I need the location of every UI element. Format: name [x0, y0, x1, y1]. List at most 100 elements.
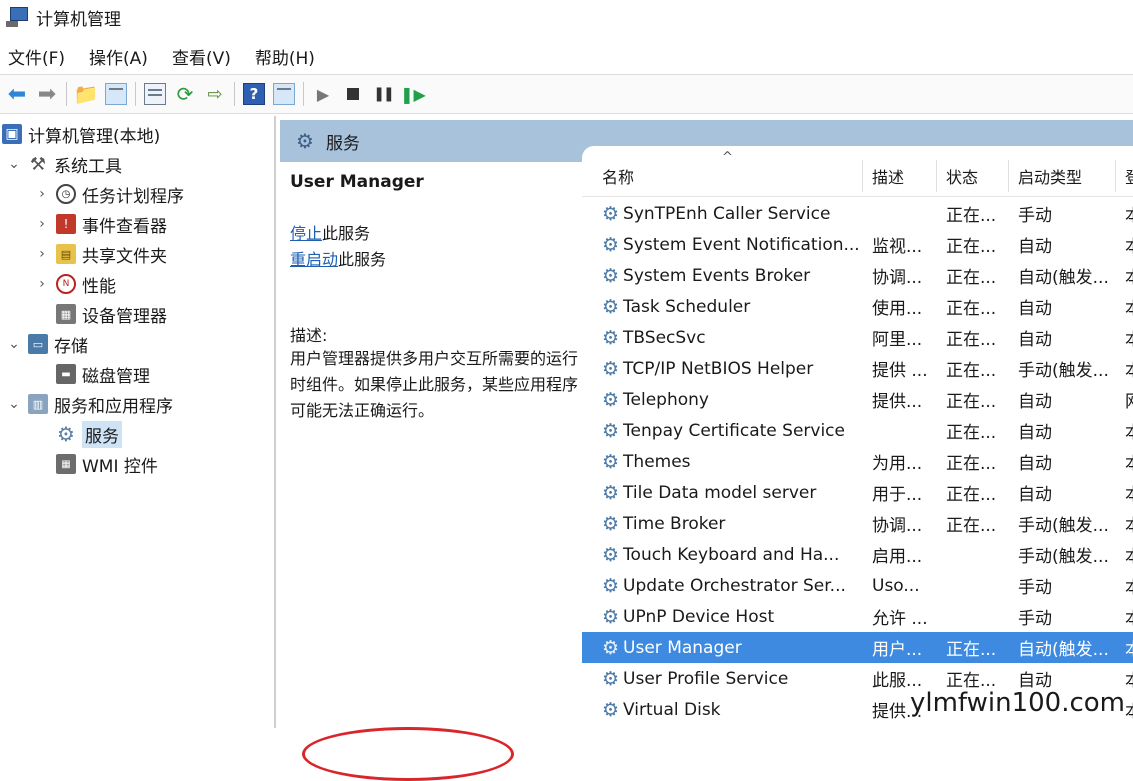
service-gear-icon: ⚙ — [602, 202, 620, 225]
cell-startup: 手动(触发... — [1018, 539, 1118, 570]
cell-logon: 本 — [1125, 601, 1133, 632]
cell-text: Update Orchestrator Ser... — [623, 575, 846, 596]
cell-text: 本 — [1125, 232, 1133, 257]
cell-startup: 手动 — [1018, 601, 1118, 632]
toolbar-separator — [66, 82, 67, 106]
chevron-right-icon[interactable]: › — [34, 246, 50, 262]
table-row[interactable]: ⚙ TCP/IP NetBIOS Helper 提供 ... 正在... 手动(触发..… — [582, 353, 1133, 384]
chevron-right-icon[interactable]: › — [34, 276, 50, 292]
cell-text: 正在... — [946, 330, 997, 350]
export-list-button[interactable]: ⇨ — [202, 81, 228, 107]
column-header-description[interactable]: 描述 — [852, 156, 904, 196]
tree-label: 任务计划程序 — [82, 186, 184, 207]
cell-text: 本 — [1125, 697, 1133, 722]
title-bar: 计算机管理 — [0, 0, 1133, 34]
restart-service-link[interactable]: 重启动 — [290, 250, 338, 269]
cell-name: ⚙ Time Broker — [602, 508, 864, 539]
service-gear-icon: ⚙ — [602, 636, 620, 659]
show-hide-tree-button[interactable] — [103, 81, 129, 107]
tree-item-disk-management[interactable]: ▬ 磁盘管理 — [56, 360, 150, 388]
tree-item-wmi[interactable]: ▦ WMI 控件 — [56, 450, 158, 478]
restart-service-button[interactable]: ❚▶ — [400, 81, 426, 107]
cell-startup: 自动 — [1018, 384, 1118, 415]
cell-name: ⚙ Touch Keyboard and Ha... — [602, 539, 864, 570]
table-row[interactable]: ⚙Themes 为用... 正在... 自动 本 — [582, 446, 1133, 477]
menu-action[interactable]: 操作(A) — [89, 44, 148, 69]
refresh-button[interactable]: ⟳ — [172, 81, 198, 107]
tree-item-task-scheduler[interactable]: › ◷ 任务计划程序 — [34, 180, 184, 208]
column-header-row: 名称 ^ 描述 状态 启动类型 登 — [582, 150, 1133, 197]
cell-desc — [872, 415, 936, 446]
menu-file[interactable]: 文件(F) — [8, 44, 65, 69]
table-row[interactable]: ⚙User Manager 用户... 正在... 自动(触发... 本 — [582, 632, 1133, 663]
cell-text: 正在... — [946, 206, 997, 226]
cell-text: Themes — [623, 451, 691, 472]
table-row[interactable]: ⚙Tile Data model server 用于... 正在... 自动 本 — [582, 477, 1133, 508]
column-header-status[interactable]: 状态 — [926, 156, 978, 196]
cell-logon: 本 — [1125, 508, 1133, 539]
table-row[interactable]: ⚙SynTPEnh Caller Service 正在... 手动 本 — [582, 198, 1133, 229]
start-service-button[interactable]: ▶ — [310, 81, 336, 107]
service-gear-icon: ⚙ — [602, 667, 620, 690]
cell-text: Task Scheduler — [623, 296, 751, 317]
column-header-logon[interactable]: 登 — [1105, 156, 1133, 196]
table-row[interactable]: ⚙Time Broker 协调... 正在... 手动(触发... 本 — [582, 508, 1133, 539]
cell-status: 正在... — [946, 632, 1010, 663]
table-row[interactable]: ⚙System Events Broker 协调... 正在... 自动(触发... 本 — [582, 260, 1133, 291]
cell-text: 本 — [1125, 201, 1133, 226]
table-row[interactable]: ⚙Update Orchestrator Ser... Uso... 手动 本 — [582, 570, 1133, 601]
cell-status: 正在... — [946, 291, 1010, 322]
table-row[interactable]: ⚙Telephony 提供... 正在... 自动 网 — [582, 384, 1133, 415]
column-header-name[interactable]: 名称 ^ — [582, 150, 864, 196]
play-icon: ▶ — [316, 84, 330, 104]
back-button[interactable]: ⬅ — [4, 81, 30, 107]
tree-item-performance[interactable]: › N 性能 — [34, 270, 116, 298]
properties-button[interactable] — [142, 81, 168, 107]
table-row[interactable]: ⚙Touch Keyboard and Ha... 启用... 手动(触发... 本 — [582, 539, 1133, 570]
cell-text: 自动(触发... — [1018, 640, 1109, 660]
cell-startup: 手动 — [1018, 198, 1118, 229]
tree-item-root[interactable]: ▣ 计算机管理(本地) — [2, 120, 160, 148]
chevron-right-icon[interactable]: › — [34, 216, 50, 232]
cell-name: ⚙ TCP/IP NetBIOS Helper — [602, 353, 864, 384]
cell-startup: 自动 — [1018, 322, 1118, 353]
stop-service-link[interactable]: 停止 — [290, 224, 322, 243]
sort-ascending-icon: ^ — [722, 150, 733, 165]
forward-button[interactable]: ➡ — [34, 81, 60, 107]
chevron-down-icon[interactable]: ⌄ — [6, 336, 22, 352]
tree-item-services[interactable]: ⚙ 服务 — [56, 420, 122, 448]
tree-item-storage[interactable]: ⌄ ▭ 存储 — [6, 330, 88, 358]
chevron-right-icon[interactable]: › — [34, 186, 50, 202]
chevron-down-icon[interactable]: ⌄ — [6, 156, 22, 172]
tree-item-system-tools[interactable]: ⌄ ⚒ 系统工具 — [6, 150, 122, 178]
help-button[interactable]: ? — [241, 81, 267, 107]
stop-service-button[interactable] — [340, 81, 366, 107]
cell-text: 正在... — [946, 423, 997, 443]
cell-text: 本 — [1125, 480, 1133, 505]
cell-logon: 本 — [1125, 539, 1133, 570]
tree-item-event-viewer[interactable]: › ! 事件查看器 — [34, 210, 167, 238]
chevron-down-icon[interactable]: ⌄ — [6, 396, 22, 412]
tree-item-device-manager[interactable]: ▦ 设备管理器 — [56, 300, 167, 328]
cell-text: 正在... — [946, 392, 997, 412]
column-header-startup-type[interactable]: 启动类型 — [998, 156, 1082, 196]
stop-service-suffix: 此服务 — [322, 224, 371, 243]
tree-item-shared-folders[interactable]: › ▤ 共享文件夹 — [34, 240, 167, 268]
table-row[interactable]: ⚙Tenpay Certificate Service 正在... 自动 本 — [582, 415, 1133, 446]
cell-status: 正在... — [946, 508, 1010, 539]
pause-service-button[interactable]: ❚❚ — [370, 81, 396, 107]
table-row[interactable]: ⚙UPnP Device Host 允许 ... 手动 本 — [582, 601, 1133, 632]
tree-item-services-apps[interactable]: ⌄ ▥ 服务和应用程序 — [6, 390, 173, 418]
table-row[interactable]: ⚙ System Event Notification... 监视... 正在... 自… — [582, 229, 1133, 260]
menu-view[interactable]: 查看(V) — [172, 44, 231, 69]
cell-name: ⚙ Themes — [602, 446, 864, 477]
table-row[interactable]: ⚙Task Scheduler 使用... 正在... 自动 本 — [582, 291, 1133, 322]
cell-name: ⚙ TBSecSvc — [602, 322, 864, 353]
resume-icon: ❚▶ — [400, 84, 426, 104]
up-level-button[interactable]: 📁 — [73, 81, 99, 107]
menu-help[interactable]: 帮助(H) — [255, 44, 315, 69]
services-apps-icon: ▥ — [28, 394, 48, 414]
column-label: 描述 — [872, 168, 905, 187]
show-action-pane-button[interactable] — [271, 81, 297, 107]
table-row[interactable]: ⚙TBSecSvc 阿里... 正在... 自动 本 — [582, 322, 1133, 353]
